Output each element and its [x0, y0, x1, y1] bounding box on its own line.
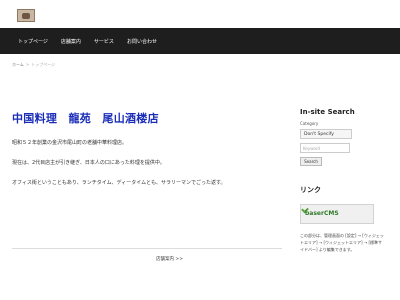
- breadcrumb-home[interactable]: ホーム: [12, 62, 24, 67]
- nav-item-service[interactable]: サービス: [94, 38, 114, 45]
- category-select-value: Don't Specify: [304, 131, 334, 137]
- search-widget-title: In-site Search: [300, 108, 355, 116]
- next-page-link[interactable]: 店舗案内 >>: [156, 256, 183, 262]
- breadcrumb-separator: >: [25, 62, 30, 67]
- nav-item-contact[interactable]: お問い合わせ: [127, 38, 157, 45]
- nav-item-store[interactable]: 店舗案内: [61, 38, 81, 45]
- page-title: 中国料理 龍苑 尾山酒楼店: [12, 112, 159, 125]
- search-button[interactable]: Search: [300, 157, 322, 166]
- main-content: 中国料理 龍苑 尾山酒楼店 昭和５２年創業の金沢市尾山町の老舗中華料理店。 現在…: [12, 110, 282, 186]
- intro-paragraph-3: オフィス街ということもあり、ランチタイム、ディータイムとも、サラリーマンでごった…: [12, 180, 226, 186]
- site-header: [0, 0, 400, 28]
- content-divider: [12, 248, 282, 249]
- category-label: Category: [300, 121, 319, 126]
- keyword-input[interactable]: Keyword: [300, 143, 350, 153]
- breadcrumb-current: トップページ: [31, 62, 56, 67]
- sidebar: In-site Search Category Don't Specify Ke…: [300, 108, 386, 253]
- keyword-placeholder: Keyword: [303, 145, 321, 151]
- intro-paragraph-2: 現在は、2代目店主が引き継ぎ、日本人の口にあった料理を提供中。: [12, 160, 165, 166]
- intro-paragraph-1: 昭和５２年創業の金沢市尾山町の老舗中華料理店。: [12, 140, 128, 146]
- nav-item-top[interactable]: トップページ: [18, 38, 48, 45]
- sidebar-edit-note: この部分は、管理画面の [設定] → [ウィジェットエリア] → [ウィジェット…: [300, 233, 384, 252]
- basercms-logo-text: baserCMS: [305, 210, 339, 217]
- basercms-banner[interactable]: baserCMS: [300, 204, 374, 224]
- breadcrumb: ホーム > トップページ: [12, 62, 55, 68]
- category-select[interactable]: Don't Specify: [300, 129, 352, 139]
- link-widget-title: リンク: [300, 186, 321, 194]
- global-nav: トップページ 店舗案内 サービス お問い合わせ: [0, 28, 400, 54]
- site-logo-icon[interactable]: [17, 9, 35, 22]
